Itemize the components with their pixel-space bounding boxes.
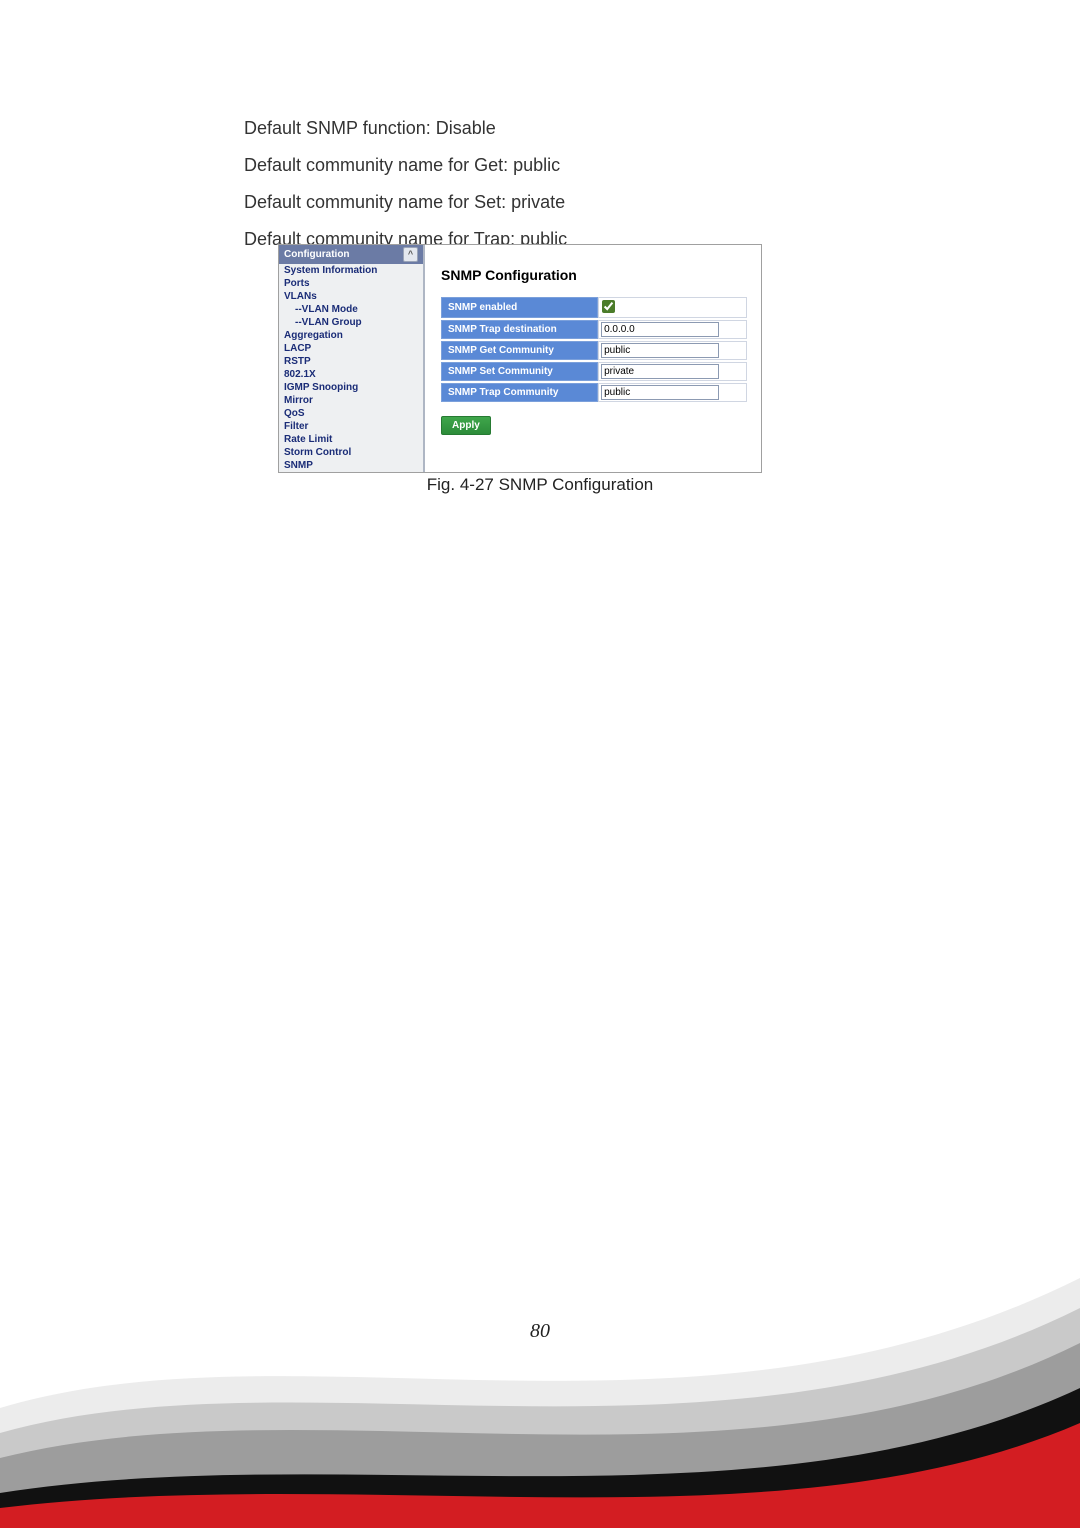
footer-graphic	[0, 1258, 1080, 1528]
sidebar-item-igmp-snooping[interactable]: IGMP Snooping	[279, 381, 423, 394]
main-content: SNMP Configuration SNMP enabled SNMP Tra…	[425, 245, 761, 472]
sidebar-item-qos[interactable]: QoS	[279, 407, 423, 420]
input-trap-community[interactable]	[601, 385, 719, 400]
snmp-table: SNMP enabled SNMP Trap destination SNMP …	[441, 295, 747, 404]
sidebar-item-filter[interactable]: Filter	[279, 420, 423, 433]
input-set-community[interactable]	[601, 364, 719, 379]
config-sidebar: Configuration ^ System Information Ports…	[279, 245, 425, 472]
label-set-community: SNMP Set Community	[441, 362, 598, 381]
apply-button[interactable]: Apply	[441, 416, 491, 435]
checkbox-snmp-enabled[interactable]	[602, 300, 615, 313]
sidebar-item-aggregation[interactable]: Aggregation	[279, 329, 423, 342]
sidebar-item-8021x[interactable]: 802.1X	[279, 368, 423, 381]
sidebar-header: Configuration ^	[279, 245, 423, 264]
sidebar-item-snmp[interactable]: SNMP	[279, 459, 423, 472]
sidebar-item-vlans[interactable]: VLANs	[279, 290, 423, 303]
sidebar-item-vlan-group[interactable]: --VLAN Group	[279, 316, 423, 329]
defaults-line-3: Default community name for Set: private	[244, 184, 567, 221]
sidebar-item-storm-control[interactable]: Storm Control	[279, 446, 423, 459]
figure-caption: Fig. 4-27 SNMP Configuration	[0, 475, 1080, 495]
sidebar-item-lacp[interactable]: LACP	[279, 342, 423, 355]
sidebar-item-mirror[interactable]: Mirror	[279, 394, 423, 407]
scroll-up-icon[interactable]: ^	[403, 247, 418, 262]
sidebar-item-system-information[interactable]: System Information	[279, 264, 423, 277]
sidebar-item-rate-limit[interactable]: Rate Limit	[279, 433, 423, 446]
sidebar-item-vlan-mode[interactable]: --VLAN Mode	[279, 303, 423, 316]
sidebar-item-rstp[interactable]: RSTP	[279, 355, 423, 368]
defaults-text: Default SNMP function: Disable Default c…	[244, 110, 567, 258]
label-snmp-enabled: SNMP enabled	[441, 297, 598, 318]
row-set-community: SNMP Set Community	[441, 362, 747, 381]
label-trap-community: SNMP Trap Community	[441, 383, 598, 402]
input-get-community[interactable]	[601, 343, 719, 358]
input-trap-destination[interactable]	[601, 322, 719, 337]
sidebar-header-label: Configuration	[284, 249, 350, 260]
row-trap-community: SNMP Trap Community	[441, 383, 747, 402]
sidebar-item-ports[interactable]: Ports	[279, 277, 423, 290]
label-get-community: SNMP Get Community	[441, 341, 598, 360]
row-trap-destination: SNMP Trap destination	[441, 320, 747, 339]
snmp-config-figure: Configuration ^ System Information Ports…	[278, 244, 762, 473]
page-title: SNMP Configuration	[441, 267, 751, 283]
defaults-line-2: Default community name for Get: public	[244, 147, 567, 184]
row-snmp-enabled: SNMP enabled	[441, 297, 747, 318]
row-get-community: SNMP Get Community	[441, 341, 747, 360]
label-trap-destination: SNMP Trap destination	[441, 320, 598, 339]
defaults-line-1: Default SNMP function: Disable	[244, 110, 567, 147]
